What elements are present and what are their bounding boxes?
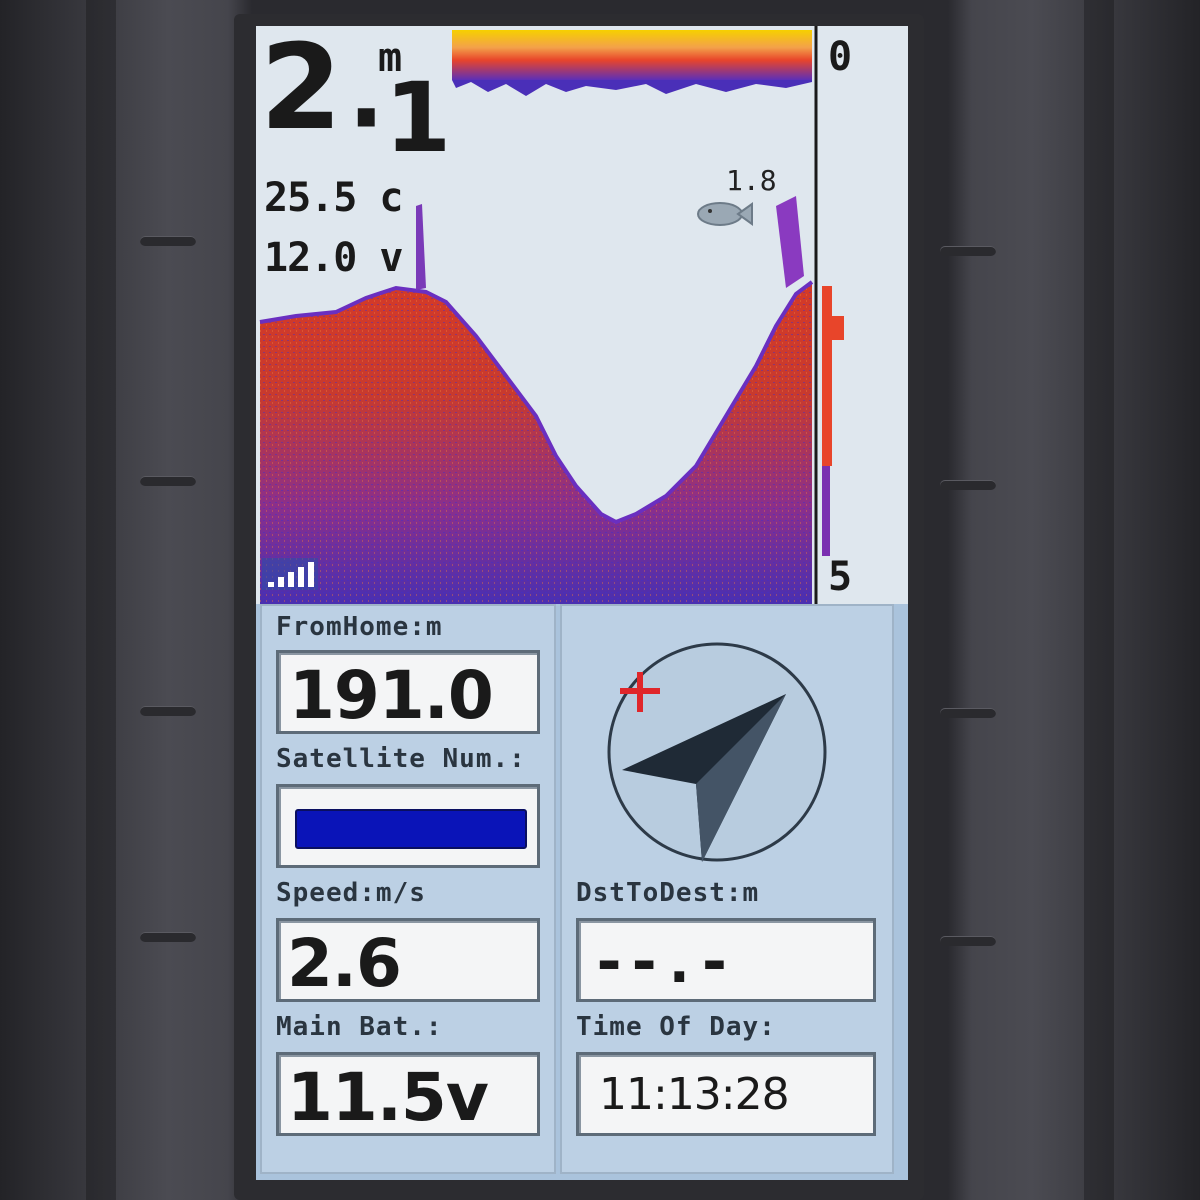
sonar-view: 2 ·1 m 25.5 c 12.0 v 1.8 0 5 <box>256 26 908 604</box>
housing-notch <box>940 708 996 718</box>
satellite-label: Satellite Num.: <box>276 744 526 774</box>
fish-icon <box>697 202 753 226</box>
depth-scale-top: 0 <box>828 34 853 80</box>
housing-notch <box>140 932 196 942</box>
depth-scale-bottom: 5 <box>828 554 853 600</box>
dst-to-dest-value: --.- <box>591 927 732 997</box>
satellite-signal-bar <box>295 809 527 849</box>
surface-clutter <box>452 30 812 80</box>
housing-notch <box>940 246 996 256</box>
bottom-noise <box>260 282 812 604</box>
main-battery-label: Main Bat.: <box>276 1012 443 1042</box>
main-battery-value: 11.5v <box>287 1059 489 1136</box>
depth-unit: m <box>378 35 403 81</box>
ascope-bar <box>822 286 832 466</box>
from-home-field: 191.0 <box>276 650 540 734</box>
ascope-bar <box>822 466 830 556</box>
dst-to-dest-field: --.- <box>576 918 876 1002</box>
housing-notch <box>140 706 196 716</box>
depth-decimal: ·1 <box>348 62 452 174</box>
left-data-column: FromHome:m 191.0 Satellite Num.: Speed:m… <box>260 604 556 1174</box>
depth-integer: 2 <box>260 26 342 156</box>
satellite-field <box>276 784 540 868</box>
housing-notch <box>940 480 996 490</box>
housing-notch <box>140 476 196 486</box>
speed-value: 2.6 <box>287 925 402 1002</box>
data-panel: FromHome:m 191.0 Satellite Num.: Speed:m… <box>256 604 908 1180</box>
compass-arrow-icon <box>607 642 827 862</box>
fish-depth-label: 1.8 <box>726 164 777 197</box>
weed-spike <box>776 196 804 288</box>
signal-strength-icon <box>262 558 318 590</box>
housing-rail-right <box>1084 0 1114 1200</box>
surface-clutter-fringe <box>452 80 812 96</box>
housing-notch <box>940 936 996 946</box>
water-temperature: 25.5 c <box>264 175 403 221</box>
housing-rail-left <box>86 0 116 1200</box>
time-of-day-value: 11:13:28 <box>599 1069 790 1120</box>
from-home-label: FromHome:m <box>276 612 443 642</box>
time-of-day-label: Time Of Day: <box>576 1012 776 1042</box>
ascope-bar <box>832 316 844 340</box>
weed-spike <box>416 204 426 290</box>
from-home-value: 191.0 <box>289 657 494 734</box>
supply-voltage: 12.0 v <box>264 235 403 281</box>
fishfinder-screen: 2 ·1 m 25.5 c 12.0 v 1.8 0 5 FromHome:m … <box>256 26 908 1180</box>
dst-to-dest-label: DstToDest:m <box>576 878 760 908</box>
main-battery-field: 11.5v <box>276 1052 540 1136</box>
speed-field: 2.6 <box>276 918 540 1002</box>
time-of-day-field: 11:13:28 <box>576 1052 876 1136</box>
right-data-column: DstToDest:m --.- Time Of Day: 11:13:28 <box>560 604 894 1174</box>
speed-label: Speed:m/s <box>276 878 426 908</box>
housing-notch <box>140 236 196 246</box>
